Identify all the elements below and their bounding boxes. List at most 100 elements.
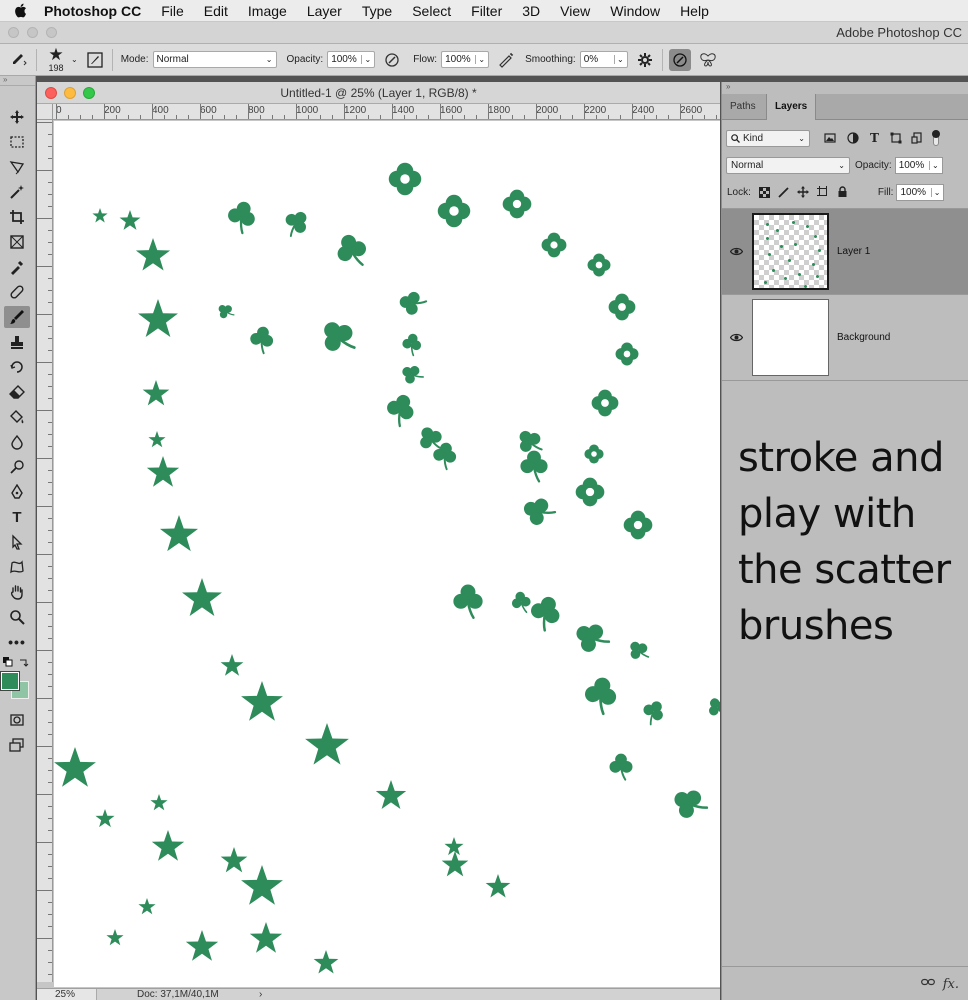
chevron-down-icon[interactable]: ⌄ — [928, 160, 939, 170]
zoom-level-input[interactable]: 25% — [37, 989, 97, 1000]
link-layers-icon[interactable] — [921, 977, 935, 987]
caption-text: stroke and play with the scatter brushes — [738, 435, 951, 649]
layer-opacity-input[interactable]: 100% ⌄ — [894, 156, 943, 174]
mode-select[interactable]: Normal ⌄ — [152, 51, 277, 68]
layer-row-layer-1[interactable]: Layer 1 — [722, 208, 968, 294]
lock-artboard-icon[interactable] — [816, 186, 829, 198]
menu-bar: Photoshop CC File Edit Image Layer Type … — [0, 0, 968, 22]
smoothing-options-button[interactable] — [634, 49, 656, 71]
panel-grip[interactable]: » — [0, 76, 35, 86]
default-colors-icon[interactable] — [3, 657, 13, 667]
marquee-tool[interactable] — [4, 131, 30, 153]
opacity-input[interactable]: 100% ⌄ — [327, 51, 376, 68]
vertical-ruler[interactable] — [37, 120, 53, 982]
menu-view[interactable]: View — [550, 0, 600, 22]
history-brush-tool[interactable] — [4, 356, 30, 378]
lock-position-icon[interactable] — [796, 186, 809, 198]
crop-tool[interactable] — [4, 206, 30, 228]
pressure-opacity-button[interactable] — [381, 49, 403, 71]
move-tool[interactable] — [4, 106, 30, 128]
chevron-down-icon: ⌄ — [265, 55, 273, 64]
hand-tool[interactable] — [4, 581, 30, 603]
lasso-tool[interactable] — [4, 156, 30, 178]
type-tool[interactable]: T — [4, 506, 30, 528]
healing-brush-tool[interactable] — [4, 281, 30, 303]
pressure-size-button[interactable] — [668, 48, 691, 71]
menu-help[interactable]: Help — [670, 0, 719, 22]
magic-wand-tool[interactable] — [4, 181, 30, 203]
layer-name: Background — [837, 332, 891, 343]
pressure-icon — [385, 52, 399, 67]
lock-pixels-icon[interactable] — [778, 186, 789, 198]
chevron-down-icon[interactable]: ⌄ — [613, 55, 624, 64]
chevron-down-icon[interactable]: ⌄ — [475, 55, 485, 64]
chevron-down-icon[interactable]: ⌄ — [71, 55, 78, 64]
menu-edit[interactable]: Edit — [194, 0, 238, 22]
swap-colors-icon[interactable] — [19, 657, 29, 667]
menu-window[interactable]: Window — [600, 0, 670, 22]
blur-tool[interactable] — [4, 431, 30, 453]
type-layer-filter-icon[interactable]: T — [870, 131, 879, 145]
eyedropper-tool[interactable] — [4, 256, 30, 278]
tab-layers[interactable]: Layers — [766, 94, 817, 120]
fill-input[interactable]: 100% ⌄ — [896, 183, 945, 201]
shape-tool[interactable] — [4, 556, 30, 578]
menu-app-name[interactable]: Photoshop CC — [40, 3, 151, 19]
menu-type[interactable]: Type — [352, 0, 402, 22]
horizontal-ruler[interactable]: 0 200 400 600 800 1000 1200 1400 1600 18… — [53, 104, 720, 120]
menu-layer[interactable]: Layer — [297, 0, 352, 22]
visibility-eye-icon[interactable] — [722, 243, 750, 261]
star-stamp — [95, 809, 115, 828]
smoothing-input[interactable]: 0% ⌄ — [579, 51, 628, 68]
pen-tool[interactable] — [4, 481, 30, 503]
menu-select[interactable]: Select — [402, 0, 461, 22]
adjustment-layer-filter-icon[interactable] — [847, 132, 859, 144]
stamp-tool[interactable] — [4, 331, 30, 353]
zoom-window-button[interactable] — [46, 27, 57, 38]
minimize-window-button[interactable] — [27, 27, 38, 38]
zoom-tool[interactable] — [4, 606, 30, 628]
brush-tool[interactable] — [4, 306, 30, 328]
close-window-button[interactable] — [8, 27, 19, 38]
brush-settings-toggle[interactable] — [84, 49, 106, 71]
layer-row-background[interactable]: Background — [722, 294, 968, 380]
lock-all-icon[interactable] — [837, 186, 848, 198]
canvas[interactable] — [54, 121, 720, 987]
smart-object-filter-icon[interactable] — [911, 132, 923, 144]
filter-toggle-switch[interactable] — [931, 130, 940, 146]
panel-grip[interactable]: » — [722, 82, 968, 92]
shape-layer-filter-icon[interactable] — [890, 132, 902, 144]
chevron-down-icon[interactable]: ⌄ — [361, 55, 371, 64]
menu-filter[interactable]: Filter — [461, 0, 512, 22]
pixel-layer-filter-icon[interactable] — [824, 132, 836, 144]
blend-mode-select[interactable]: Normal ⌄ — [726, 156, 850, 174]
brush-preset-picker[interactable]: ★ 198 — [43, 46, 69, 73]
magic-wand-icon — [10, 185, 24, 199]
paint-bucket-tool[interactable] — [4, 406, 30, 428]
tool-preset-picker[interactable] — [8, 49, 30, 71]
airbrush-button[interactable] — [495, 49, 517, 71]
chevron-down-icon[interactable]: ⌄ — [930, 187, 940, 197]
document-size[interactable]: Doc: 37,1M/40,1M — [137, 989, 219, 1000]
tab-paths[interactable]: Paths — [722, 94, 764, 120]
menu-image[interactable]: Image — [238, 0, 297, 22]
ruler-origin[interactable] — [37, 104, 53, 120]
symmetry-button[interactable] — [697, 49, 719, 71]
menu-3d[interactable]: 3D — [512, 0, 550, 22]
screen-mode-button[interactable] — [4, 734, 30, 756]
foreground-color-swatch[interactable] — [0, 671, 20, 691]
eraser-tool[interactable] — [4, 381, 30, 403]
path-selection-tool[interactable] — [4, 531, 30, 553]
frame-tool[interactable] — [4, 231, 30, 253]
apple-icon[interactable] — [0, 3, 40, 18]
flow-input[interactable]: 100% ⌄ — [441, 51, 490, 68]
filter-kind-select[interactable]: Kind ⌄ — [726, 129, 810, 147]
more-tools-button[interactable]: ••• — [4, 631, 30, 653]
dodge-tool[interactable] — [4, 456, 30, 478]
quick-mask-button[interactable] — [4, 709, 30, 731]
layer-effects-button[interactable]: fx. — [943, 977, 959, 992]
lock-transparency-icon[interactable] — [758, 186, 770, 198]
status-menu-arrow[interactable]: › — [259, 989, 262, 1000]
menu-file[interactable]: File — [151, 0, 194, 22]
visibility-eye-icon[interactable] — [722, 329, 750, 347]
